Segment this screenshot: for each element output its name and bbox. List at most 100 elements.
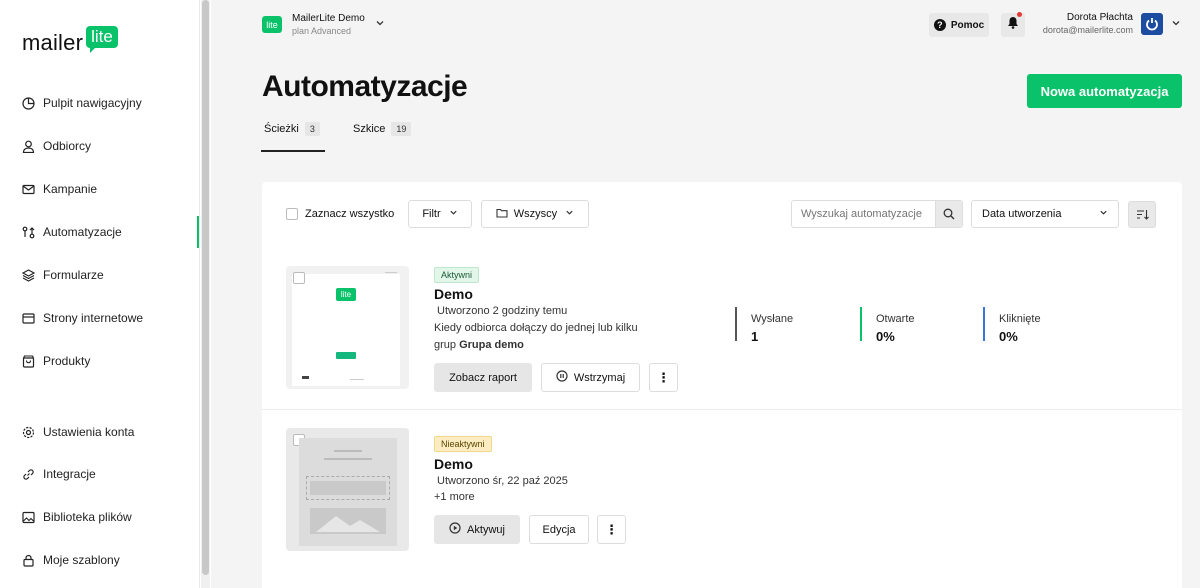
select-all-checkbox[interactable] [286,208,298,220]
sidebar-item-account-settings[interactable]: Ustawienia konta [22,422,134,442]
kebab-icon: ⋮ [605,521,618,537]
filter-label: Filtr [422,208,441,220]
sidebar-item-file-library[interactable]: Biblioteka plików [22,507,132,527]
chevron-down-icon [565,208,574,220]
status-badge: Aktywni [434,267,480,283]
sidebar-item-websites[interactable]: Strony internetowe [22,308,143,328]
active-indicator [197,216,199,248]
edit-button[interactable]: Edycja [529,515,589,544]
person-icon [22,140,35,153]
trigger-group: Grupa demo [459,339,524,351]
dashboard-icon [22,96,35,110]
preview-line [385,272,397,273]
trigger-text: Kiedy odbiorca dołączy do jednej lub kil… [434,322,638,334]
sidebar-item-label: Odbiorcy [43,139,92,153]
account-name: MailerLite Demo [292,13,365,24]
layers-icon [22,268,35,282]
activate-label: Aktywuj [467,523,505,536]
bell-icon [1007,16,1019,34]
sidebar-scroll-thumb[interactable] [202,0,209,575]
automation-thumbnail[interactable]: lite [286,266,409,389]
stat-bar [735,307,737,341]
notifications-button[interactable] [1001,12,1025,37]
stat-label: Otwarte [876,313,915,325]
select-all[interactable]: Zaznacz wszystko [286,208,394,220]
more-options-button[interactable]: ⋮ [597,515,626,544]
tab-count: 19 [391,122,412,136]
activate-button[interactable]: Aktywuj [434,515,520,544]
stat-value: 0% [876,329,895,344]
placeholder-line [324,458,372,460]
mailerlite-logo[interactable]: mailer lite [22,26,118,56]
placeholder-line [334,450,362,452]
help-label: Pomoc [950,19,985,31]
chevron-down-icon[interactable] [1171,18,1181,31]
row-divider [262,409,1182,410]
chevron-down-icon [375,18,385,31]
folder-select[interactable]: Wszyscy [481,200,589,228]
sidebar-item-automations[interactable]: Automatyzacje [22,222,122,242]
chevron-down-icon [1099,208,1108,220]
new-automation-button[interactable]: Nowa automatyzacja [1027,74,1182,108]
user-name: Dorota Płachta [1066,12,1133,23]
bag-icon [22,354,35,368]
search-button[interactable] [935,201,962,227]
tab-label: Szkice [353,123,386,135]
sidebar-item-forms[interactable]: Formularze [22,265,104,285]
user-info[interactable]: Dorota Płachta dorota@mailerlite.com [1037,12,1133,35]
sort-select[interactable]: Data utworzenia [971,200,1119,228]
stat-value: 1 [751,329,759,344]
preview-button [336,352,356,359]
sort-icon [1136,209,1149,220]
tab-count: 3 [304,122,320,136]
sidebar-item-label: Ustawienia konta [43,425,135,439]
sidebar-item-dashboard[interactable]: Pulpit nawigacyjny [22,93,142,113]
sidebar-item-subscribers[interactable]: Odbiorcy [22,136,91,156]
automation-name[interactable]: Demo [434,456,473,472]
tab-paths[interactable]: Ścieżki 3 [264,122,320,136]
sidebar-item-campaigns[interactable]: Kampanie [22,179,97,199]
more-options-button[interactable]: ⋮ [649,363,678,392]
logo-badge: lite [86,26,118,53]
view-report-button[interactable]: Zobacz raport [434,363,532,392]
filter-button[interactable]: Filtr [408,200,472,228]
row-checkbox[interactable] [293,272,305,284]
tab-drafts[interactable]: Szkice 19 [353,122,412,136]
tab-label: Ścieżki [264,123,299,135]
automation-name[interactable]: Demo [434,286,473,302]
avatar[interactable] [1141,13,1163,35]
trigger-prefix: grup [434,339,457,351]
image-icon [22,511,35,524]
search-input[interactable] [792,201,935,227]
automation-icon [22,226,35,239]
sidebar-item-label: Kampanie [43,182,98,196]
automation-created: Utworzono śr, 22 paź 2025 [437,475,568,487]
account-logo: lite [262,16,282,33]
automations-panel: Zaznacz wszystko Filtr Wszyscy Data utwo… [262,182,1182,588]
sidebar-item-label: Strony internetowe [43,311,144,325]
pause-icon [556,370,568,385]
help-button[interactable]: ? Pomoc [929,13,989,37]
status-badge: Nieaktywni [434,436,492,452]
stat-bar [860,307,862,341]
chevron-down-icon [449,208,458,220]
link-icon [22,468,35,481]
select-all-label: Zaznacz wszystko [305,208,395,220]
more-link[interactable]: +1 more [434,489,475,506]
power-icon [1146,18,1158,31]
stat-opened: Otwarte 0% [860,307,915,344]
automation-thumbnail[interactable] [286,428,409,551]
stat-label: Wysłane [751,313,794,325]
help-icon: ? [933,19,946,31]
sort-direction-button[interactable] [1128,201,1156,228]
automation-trigger: Kiedy odbiorca dołączy do jednej lub kil… [434,320,638,354]
account-switcher[interactable]: lite MailerLite Demo plan Advanced [262,13,385,36]
sidebar-item-my-templates[interactable]: Moje szablony [22,550,120,570]
search-box [791,200,963,228]
main-content: lite MailerLite Demo plan Advanced ? Pom… [211,0,1200,588]
sidebar-item-label: Biblioteka plików [43,510,132,524]
stat-label: Kliknięte [999,313,1041,325]
sidebar-item-integrations[interactable]: Integracje [22,464,96,484]
pause-button[interactable]: Wstrzymaj [541,363,640,392]
sidebar-item-products[interactable]: Produkty [22,351,90,371]
